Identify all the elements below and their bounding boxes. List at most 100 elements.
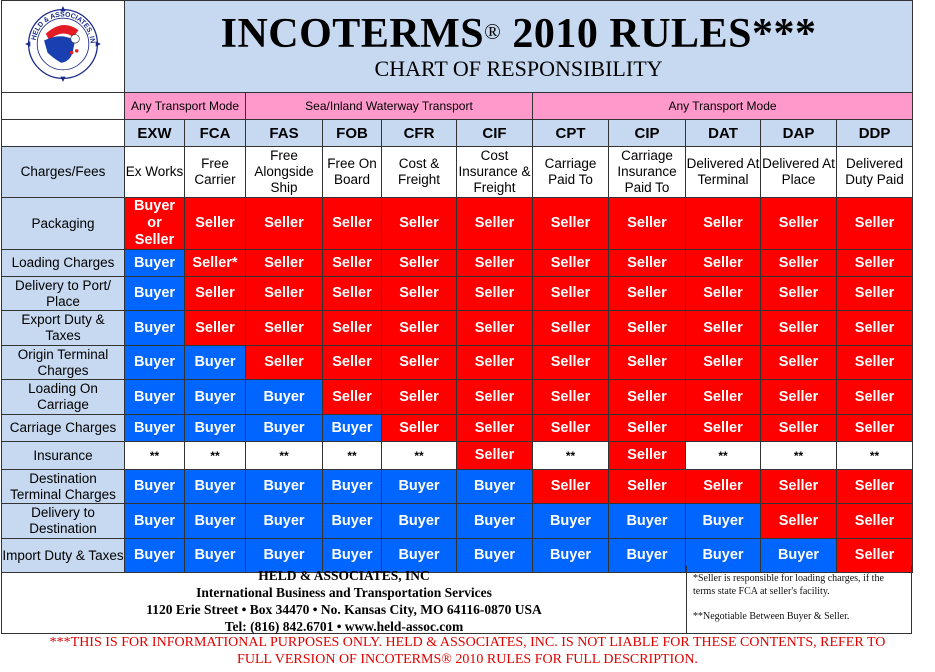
disclaimer: ***THIS IS FOR INFORMATIONAL PURPOSES ON…: [0, 634, 935, 668]
responsibility-cell: Buyer: [124, 379, 185, 415]
term-name-fca: Free Carrier: [184, 146, 246, 198]
term-name-fas: Free Alongside Ship: [245, 146, 323, 198]
responsibility-cell: Buyer: [245, 379, 323, 415]
charge-label: Origin Terminal Charges: [1, 345, 125, 380]
responsibility-cell: Buyer or Seller: [124, 197, 185, 250]
responsibility-cell: Buyer: [245, 469, 323, 504]
responsibility-cell: Seller: [608, 310, 686, 346]
responsibility-cell: Seller: [835, 414, 914, 442]
responsibility-cell: **: [124, 441, 185, 470]
charge-label: Destination Terminal Charges: [1, 469, 125, 504]
responsibility-cell: Seller: [760, 197, 837, 250]
table-row: Delivery to Destination Buyer Buyer Buyer Bu…: [1, 503, 914, 539]
term-name-exw: Ex Works: [124, 146, 185, 198]
responsibility-cell: Seller: [532, 379, 609, 415]
term-code-cif: CIF: [456, 119, 533, 147]
table-row: Loading Charges Buyer Seller* Seller Seller S…: [1, 249, 914, 277]
responsibility-cell: Seller: [322, 276, 382, 311]
responsibility-cell: Seller: [760, 379, 837, 415]
term-name-dat: Delivered At Terminal: [685, 146, 761, 198]
company-name: HELD & ASSOCIATES, INC: [258, 568, 430, 583]
term-code-fca: FCA: [184, 119, 246, 147]
term-name-row: Charges/Fees Ex Works Free Carrier Free Al…: [1, 146, 914, 198]
disclaimer-line-1: ***THIS IS FOR INFORMATIONAL PURPOSES ON…: [49, 635, 886, 650]
responsibility-cell: Seller: [456, 276, 533, 311]
table-row: Loading On Carriage Buyer Buyer Buyer Seller…: [1, 379, 914, 415]
responsibility-cell: Seller: [245, 345, 323, 380]
page-title: INCOTERMS® 2010 RULES***: [220, 10, 817, 57]
responsibility-cell: Buyer: [124, 414, 185, 442]
responsibility-cell: Seller: [760, 345, 837, 380]
company-tagline: International Business and Transportatio…: [196, 585, 492, 600]
responsibility-cell: Buyer: [456, 503, 533, 539]
responsibility-cell: Buyer: [184, 503, 246, 539]
responsibility-cell: **: [381, 441, 457, 470]
responsibility-cell: Seller: [835, 310, 914, 346]
responsibility-cell: **: [835, 441, 914, 470]
term-code-cfr: CFR: [381, 119, 457, 147]
responsibility-cell: Seller*: [184, 249, 246, 277]
responsibility-cell: Seller: [760, 310, 837, 346]
responsibility-cell: Buyer: [184, 345, 246, 380]
term-name-dap: Delivered At Place: [760, 146, 837, 198]
term-name-cif: Cost Insurance & Freight: [456, 146, 533, 198]
responsibility-cell: Seller: [532, 345, 609, 380]
responsibility-cell: Seller: [322, 379, 382, 415]
charge-label: Loading On Carriage: [1, 379, 125, 415]
charge-label: Export Duty & Taxes: [1, 310, 125, 346]
table-row: Carriage Charges Buyer Buyer Buyer Buyer Sell…: [1, 414, 914, 442]
responsibility-cell: Seller: [608, 345, 686, 380]
responsibility-cell: **: [760, 441, 837, 470]
responsibility-cell: **: [184, 441, 246, 470]
responsibility-cell: **: [245, 441, 323, 470]
responsibility-cell: **: [532, 441, 609, 470]
responsibility-cell: Seller: [381, 249, 457, 277]
responsibility-cell: Seller: [685, 345, 761, 380]
term-code-cip: CIP: [608, 119, 686, 147]
responsibility-cell: **: [685, 441, 761, 470]
term-name-cpt: Carriage Paid To: [532, 146, 609, 198]
responsibility-cell: Seller: [322, 310, 382, 346]
responsibility-cell: Buyer: [608, 503, 686, 539]
table-row: Packaging Buyer or Seller Seller Seller Seller…: [1, 197, 914, 250]
footer: HELD & ASSOCIATES, INC International Bus…: [1, 566, 912, 634]
charge-label: Delivery to Port/ Place: [1, 276, 125, 311]
term-code-ddp: DDP: [835, 119, 914, 147]
title-row: HELD & ASSOCIATES, INC INCOTERMS® 2010 R…: [1, 0, 914, 93]
responsibility-cell: Seller: [532, 469, 609, 504]
charge-label: Insurance: [1, 441, 125, 470]
responsibility-cell: Seller: [608, 249, 686, 277]
title-cell: INCOTERMS® 2010 RULES*** CHART OF RESPON…: [123, 0, 914, 93]
responsibility-cell: Seller: [835, 249, 914, 277]
responsibility-cell: Seller: [381, 379, 457, 415]
responsibility-cell: Seller: [532, 414, 609, 442]
page-subtitle: CHART OF RESPONSIBILITY: [374, 55, 663, 81]
responsibility-cell: Buyer: [456, 469, 533, 504]
term-code-exw: EXW: [124, 119, 185, 147]
responsibility-cell: Seller: [685, 197, 761, 250]
transport-mode-header: Any Transport Mode: [124, 92, 246, 120]
responsibility-cell: Seller: [835, 345, 914, 380]
responsibility-cell: Seller: [685, 310, 761, 346]
company-info: HELD & ASSOCIATES, INC International Bus…: [2, 566, 687, 635]
footnote-negotiable: **Negotiable Between Buyer & Seller.: [693, 611, 850, 622]
responsibility-cell: Buyer: [685, 503, 761, 539]
held-associates-logo-icon: HELD & ASSOCIATES, INC: [18, 2, 101, 82]
responsibility-cell: Seller: [685, 379, 761, 415]
responsibility-cell: Seller: [685, 469, 761, 504]
company-contact[interactable]: Tel: (816) 842.6701 • www.held-assoc.com: [2, 618, 686, 635]
term-code-dat: DAT: [685, 119, 761, 147]
responsibility-cell: Seller: [245, 197, 323, 250]
responsibility-cell: Buyer: [381, 503, 457, 539]
disclaimer-line-2: FULL VERSION OF INCOTERMS® 2010 RULES FO…: [237, 652, 698, 667]
responsibility-cell: Seller: [760, 414, 837, 442]
company-address: 1120 Erie Street • Box 34470 • No. Kansa…: [146, 602, 542, 617]
responsibility-cell: Buyer: [184, 414, 246, 442]
responsibility-cell: Seller: [456, 197, 533, 250]
responsibility-cell: Buyer: [184, 379, 246, 415]
term-code-dap: DAP: [760, 119, 837, 147]
responsibility-cell: Seller: [532, 276, 609, 311]
term-code-fob: FOB: [322, 119, 382, 147]
incoterms-chart: HELD & ASSOCIATES, INC INCOTERMS® 2010 R…: [1, 0, 914, 573]
responsibility-cell: Seller: [532, 197, 609, 250]
